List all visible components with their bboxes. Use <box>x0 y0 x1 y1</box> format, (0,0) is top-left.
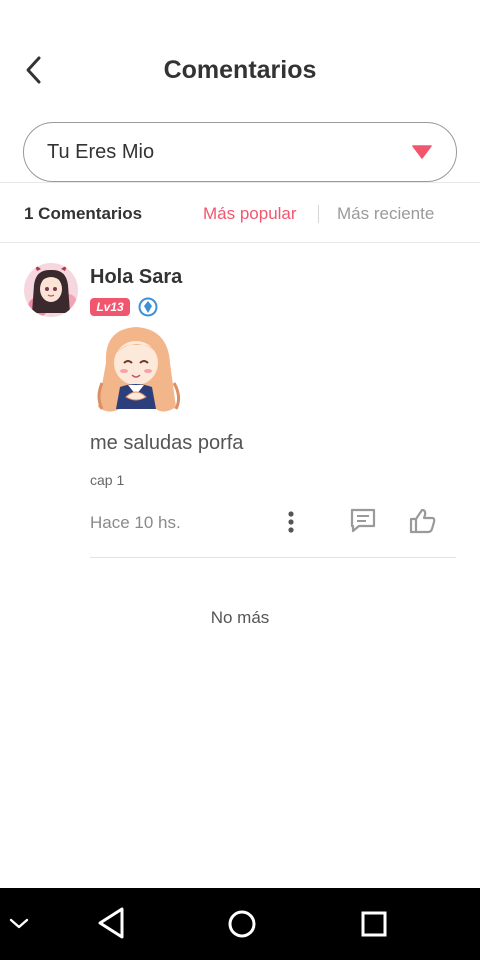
comment-timestamp: Hace 10 hs. <box>90 513 181 532</box>
level-badge: Lv13 <box>90 298 130 316</box>
more-options-button[interactable] <box>278 509 304 535</box>
end-of-list-label: No más <box>210 608 270 627</box>
back-triangle-icon[interactable] <box>96 906 126 940</box>
comment-item: Hola Sara Lv13 me saludas porfa cap 1 Ha… <box>0 243 480 559</box>
like-icon <box>409 508 436 534</box>
story-selector-dropdown[interactable]: Tu Eres Mio <box>23 122 457 182</box>
tab-most-popular[interactable]: Más popular <box>203 204 297 224</box>
home-circle-icon[interactable] <box>227 909 257 939</box>
anime-girl-sticker <box>97 327 181 412</box>
more-icon <box>288 511 294 533</box>
tab-most-recent[interactable]: Más reciente <box>337 204 434 224</box>
page-title: Comentarios <box>163 56 317 84</box>
divider <box>90 557 456 558</box>
tab-separator <box>318 205 319 223</box>
reply-button[interactable] <box>348 507 378 535</box>
recents-square-icon[interactable] <box>360 910 388 938</box>
filter-bar: 1 Comentarios Más popular Más reciente <box>0 183 480 242</box>
header: Comentarios <box>0 0 480 120</box>
comment-text: me saludas porfa <box>90 432 244 454</box>
chapter-label: cap 1 <box>90 472 125 488</box>
system-navigation-bar <box>0 888 480 960</box>
comment-author[interactable]: Hola Sara <box>90 266 182 289</box>
hide-nav-icon[interactable] <box>8 916 30 932</box>
diamond-badge-icon <box>138 297 158 317</box>
story-selector-value: Tu Eres Mio <box>47 140 155 163</box>
caret-down-icon <box>412 145 432 159</box>
avatar[interactable] <box>24 263 78 317</box>
like-button[interactable] <box>408 507 438 535</box>
comment-count: 1 Comentarios <box>24 204 143 223</box>
reply-icon <box>350 508 376 533</box>
back-button[interactable] <box>14 50 54 90</box>
chevron-left-icon <box>26 56 41 84</box>
